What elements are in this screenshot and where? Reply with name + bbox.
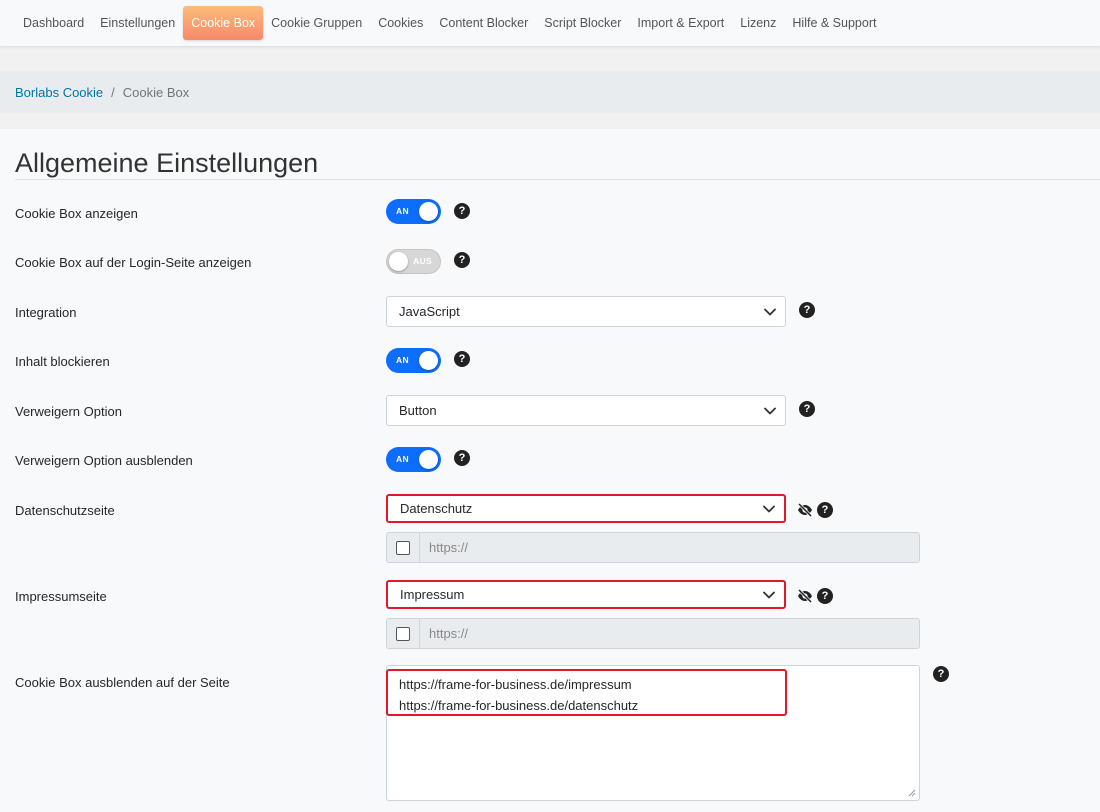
integration-select[interactable]: JavaScript <box>386 296 786 327</box>
title-divider <box>15 179 1100 180</box>
question-circle-icon[interactable]: ? <box>454 450 470 466</box>
label-hide-refuse-option: Verweigern Option ausblenden <box>15 453 193 468</box>
toggle-state-text: AUS <box>413 256 432 266</box>
privacy-url-checkbox-addon <box>387 533 420 562</box>
question-circle-icon[interactable]: ? <box>799 401 815 417</box>
chevron-down-icon <box>764 308 776 315</box>
section-title: Allgemeine Einstellungen <box>15 148 319 178</box>
imprint-page-select-value: Impressum <box>400 587 465 602</box>
breadcrumb-current: Cookie Box <box>122 84 190 100</box>
imprint-page-select[interactable]: Impressum <box>386 580 786 609</box>
toggle-hide-refuse-option[interactable]: AN <box>386 447 441 472</box>
toggle-knob <box>419 450 438 469</box>
textarea-line: https://frame-for-business.de/impressum <box>399 677 632 692</box>
nav-item-import-export[interactable]: Import & Export <box>629 6 732 40</box>
breadcrumb-separator: / <box>111 84 115 100</box>
nav-item-cookie-gruppen[interactable]: Cookie Gruppen <box>263 6 370 40</box>
chevron-down-icon <box>763 591 775 598</box>
breadcrumb-root-link[interactable]: Borlabs Cookie <box>15 85 103 100</box>
toggle-knob <box>389 252 408 271</box>
nav-item-cookie-box[interactable]: Cookie Box <box>183 6 264 40</box>
label-imprint-page: Impressumseite <box>15 589 107 604</box>
question-circle-icon[interactable]: ? <box>799 302 815 318</box>
label-hide-on-pages: Cookie Box ausblenden auf der Seite <box>15 675 230 690</box>
privacy-page-select[interactable]: Datenschutz <box>386 494 786 523</box>
eye-slash-icon[interactable] <box>797 589 813 603</box>
question-circle-icon[interactable]: ? <box>454 252 470 268</box>
nav-item-script-blocker[interactable]: Script Blocker <box>536 6 629 40</box>
toggle-block-content[interactable]: AN <box>386 348 441 373</box>
toggle-show-on-login[interactable]: AUS <box>386 249 441 274</box>
chevron-down-icon <box>763 505 775 512</box>
privacy-url-checkbox[interactable] <box>396 540 410 555</box>
toggle-knob <box>419 202 438 221</box>
nav-item-einstellungen[interactable]: Einstellungen <box>92 6 183 40</box>
nav-item-hilfe-support[interactable]: Hilfe & Support <box>784 6 884 40</box>
label-refuse-option: Verweigern Option <box>15 404 122 419</box>
label-show-on-login: Cookie Box auf der Login-Seite anzeigen <box>15 255 252 270</box>
privacy-url-input[interactable]: https:// <box>420 533 919 562</box>
question-circle-icon[interactable]: ? <box>933 666 949 682</box>
privacy-url-input-group: https:// <box>386 532 920 563</box>
integration-select-value: JavaScript <box>399 304 460 319</box>
toggle-knob <box>419 351 438 370</box>
eye-slash-icon[interactable] <box>797 503 813 517</box>
resize-grip-icon[interactable] <box>907 788 916 797</box>
nav-item-content-blocker[interactable]: Content Blocker <box>431 6 536 40</box>
question-circle-icon[interactable]: ? <box>817 588 833 604</box>
breadcrumb: Borlabs Cookie / Cookie Box <box>0 71 1100 113</box>
label-privacy-page: Datenschutzseite <box>15 503 115 518</box>
chevron-down-icon <box>764 407 776 414</box>
refuse-option-select[interactable]: Button <box>386 395 786 426</box>
privacy-page-select-value: Datenschutz <box>400 501 473 516</box>
textarea-line: https://frame-for-business.de/datenschut… <box>399 698 639 713</box>
top-navigation: Dashboard Einstellungen Cookie Box Cooki… <box>0 0 1100 46</box>
settings-panel: Allgemeine Einstellungen Cookie Box anze… <box>0 129 1100 812</box>
question-circle-icon[interactable]: ? <box>454 203 470 219</box>
imprint-url-input-group: https:// <box>386 618 920 649</box>
label-integration: Integration <box>15 305 77 320</box>
nav-item-dashboard[interactable]: Dashboard <box>15 6 92 40</box>
label-block-content: Inhalt blockieren <box>15 354 110 369</box>
question-circle-icon[interactable]: ? <box>817 502 833 518</box>
label-show-cookie-box: Cookie Box anzeigen <box>15 206 138 221</box>
imprint-url-checkbox-addon <box>387 619 420 648</box>
nav-item-lizenz[interactable]: Lizenz <box>732 6 784 40</box>
imprint-url-checkbox[interactable] <box>396 626 410 641</box>
toggle-state-text: AN <box>396 454 409 464</box>
hide-on-pages-textarea[interactable]: https://frame-for-business.de/impressum … <box>386 665 920 801</box>
toggle-state-text: AN <box>396 206 409 216</box>
toggle-show-cookie-box[interactable]: AN <box>386 199 441 224</box>
imprint-url-input[interactable]: https:// <box>420 619 919 648</box>
nav-item-cookies[interactable]: Cookies <box>370 6 431 40</box>
question-circle-icon[interactable]: ? <box>454 351 470 367</box>
refuse-option-select-value: Button <box>399 403 437 418</box>
toggle-state-text: AN <box>396 355 409 365</box>
